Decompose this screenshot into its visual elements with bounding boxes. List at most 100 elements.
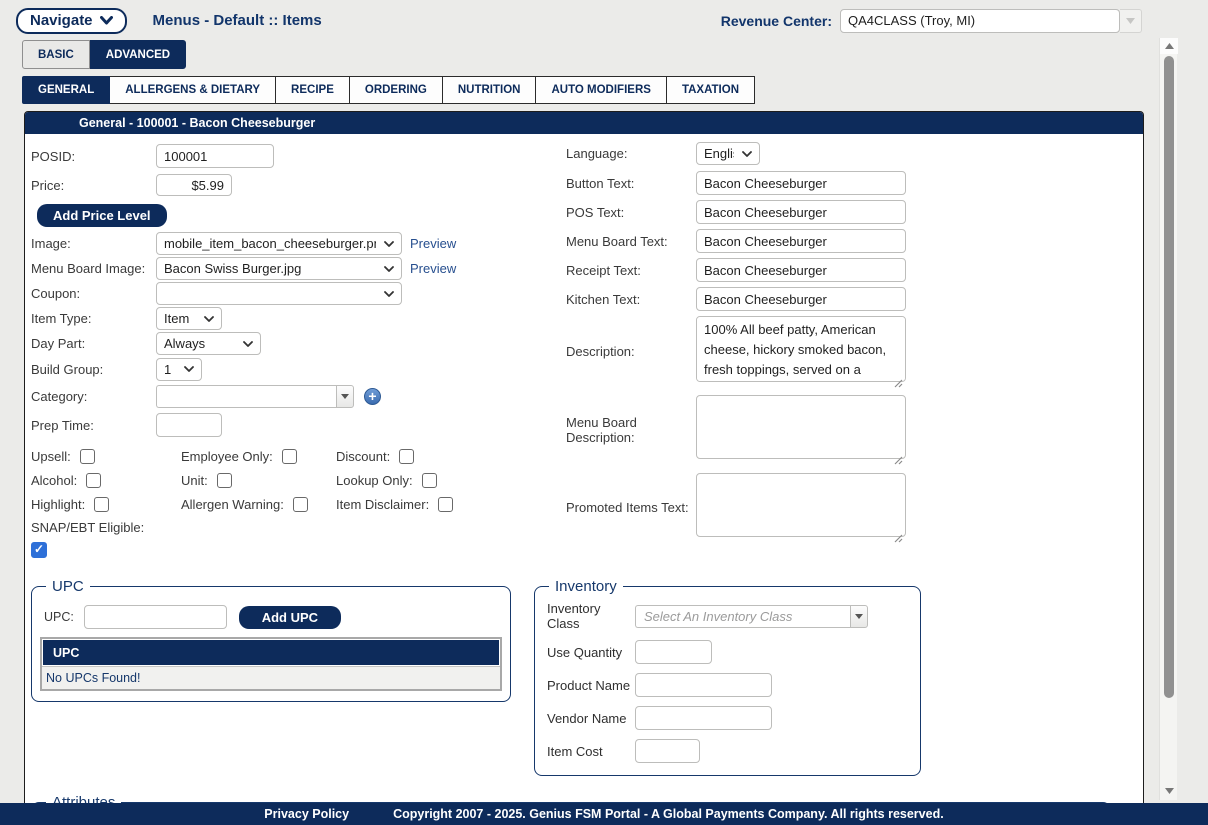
chevron-down-icon [384,241,394,247]
allergen-warning-checkbox[interactable] [293,497,308,512]
vendor-name-label: Vendor Name [547,711,635,726]
language-label: Language: [566,146,696,161]
vertical-scrollbar[interactable] [1159,38,1177,800]
tab-allergens-dietary[interactable]: ALLERGENS & DIETARY [110,76,276,104]
scroll-up-icon[interactable] [1160,38,1178,54]
price-input[interactable] [156,174,232,196]
day-part-label: Day Part: [31,336,156,351]
scroll-down-icon[interactable] [1160,784,1178,798]
kitchen-text-input[interactable] [696,287,906,311]
upc-input[interactable] [84,605,227,629]
pos-text-label: POS Text: [566,205,696,220]
discount-checkbox[interactable] [399,449,414,464]
menu-board-text-input[interactable] [696,229,906,253]
category-dropdown-arrow-icon[interactable] [336,385,354,408]
snap-ebt-checkbox[interactable]: ✓ [31,542,47,558]
posid-input[interactable] [156,144,274,168]
day-part-select-value: Always [164,336,205,351]
privacy-policy-link[interactable]: Privacy Policy [264,807,349,821]
item-type-label: Item Type: [31,311,156,326]
pos-text-input[interactable] [696,200,906,224]
add-category-icon[interactable]: + [364,388,381,405]
tab-advanced[interactable]: ADVANCED [90,40,186,69]
item-disclaimer-checkbox[interactable] [438,497,453,512]
menu-board-image-select-value: Bacon Swiss Burger.jpg [164,261,301,276]
tab-taxation[interactable]: TAXATION [667,76,755,104]
upc-fieldset: UPC UPC: Add UPC UPC No UPCs Found! [31,578,511,702]
item-cost-label: Item Cost [547,744,635,759]
add-price-level-button[interactable]: Add Price Level [37,204,167,227]
upc-table: UPC No UPCs Found! [40,637,502,691]
left-form-column: POSID: Price: Add Price Level Image: mob… [31,139,566,558]
snap-ebt-row: SNAP/EBT Eligible: ✓ [31,520,566,558]
day-part-select[interactable]: Always [156,332,261,355]
category-combobox-value [156,385,336,408]
alcohol-label: Alcohol: [31,473,77,488]
inventory-class-combobox[interactable]: Select An Inventory Class [635,605,868,628]
upsell-label: Upsell: [31,449,71,464]
section-tabs: GENERAL ALLERGENS & DIETARY RECIPE ORDER… [22,76,1208,104]
build-group-select[interactable]: 1 [156,358,202,381]
tab-basic[interactable]: BASIC [22,40,90,69]
tab-recipe[interactable]: RECIPE [276,76,350,104]
prep-time-input[interactable] [156,413,222,437]
menu-board-description-textarea[interactable] [696,395,906,459]
chevron-down-icon [384,291,394,297]
price-label: Price: [31,178,156,193]
coupon-select[interactable] [156,282,402,305]
image-select[interactable]: mobile_item_bacon_cheeseburger.png [156,232,402,255]
image-label: Image: [31,236,156,251]
receipt-text-label: Receipt Text: [566,263,696,278]
image-preview-link[interactable]: Preview [410,236,456,251]
revenue-center-dropdown-arrow-icon[interactable] [1120,9,1142,33]
inventory-class-label: Inventory Class [547,601,635,631]
category-combobox[interactable] [156,385,354,408]
build-group-label: Build Group: [31,362,156,377]
item-disclaimer-label: Item Disclaimer: [336,497,429,512]
tab-auto-modifiers[interactable]: AUTO MODIFIERS [536,76,666,104]
revenue-center-input[interactable] [840,9,1120,33]
promoted-items-text-textarea[interactable] [696,473,906,537]
top-header: Navigate Menus - Default :: Items Revenu… [0,0,1208,34]
tab-ordering[interactable]: ORDERING [350,76,443,104]
upc-legend: UPC [46,578,90,595]
navigate-button[interactable]: Navigate [16,8,127,34]
add-upc-button[interactable]: Add UPC [239,606,341,629]
panel-header: General - 100001 - Bacon Cheeseburger [25,112,1143,134]
inventory-class-dropdown-arrow-icon[interactable] [850,605,868,628]
tab-general[interactable]: GENERAL [22,76,110,104]
button-text-input[interactable] [696,171,906,195]
image-select-value: mobile_item_bacon_cheeseburger.png [164,236,376,251]
vendor-name-input[interactable] [635,706,772,730]
upc-table-header: UPC [42,639,500,666]
chevron-down-icon [184,366,194,372]
chevron-down-icon [100,12,113,29]
menu-board-description-label: Menu Board Description: [566,415,696,445]
discount-label: Discount: [336,449,390,464]
menu-board-image-preview-link[interactable]: Preview [410,261,456,276]
chevron-down-icon [742,151,752,157]
upsell-checkbox[interactable] [80,449,95,464]
page: Navigate Menus - Default :: Items Revenu… [0,0,1208,825]
use-quantity-input[interactable] [635,640,712,664]
tab-nutrition[interactable]: NUTRITION [443,76,537,104]
item-cost-input[interactable] [635,739,700,763]
receipt-text-input[interactable] [696,258,906,282]
copyright-text: Copyright 2007 - 2025. Genius FSM Portal… [393,807,944,821]
unit-checkbox[interactable] [217,473,232,488]
inventory-legend: Inventory [549,578,623,595]
employee-only-checkbox[interactable] [282,449,297,464]
page-title: Menus - Default :: Items [153,12,322,29]
menu-board-text-label: Menu Board Text: [566,234,696,249]
coupon-label: Coupon: [31,286,156,301]
language-select[interactable]: English [696,142,760,165]
alcohol-checkbox[interactable] [86,473,101,488]
general-panel: General - 100001 - Bacon Cheeseburger PO… [24,111,1144,825]
menu-board-image-select[interactable]: Bacon Swiss Burger.jpg [156,257,402,280]
highlight-checkbox[interactable] [94,497,109,512]
lookup-only-checkbox[interactable] [422,473,437,488]
description-textarea[interactable]: 100% All beef patty, American cheese, hi… [696,316,906,382]
scrollbar-thumb[interactable] [1164,56,1174,698]
item-type-select[interactable]: Item [156,307,222,330]
product-name-input[interactable] [635,673,772,697]
